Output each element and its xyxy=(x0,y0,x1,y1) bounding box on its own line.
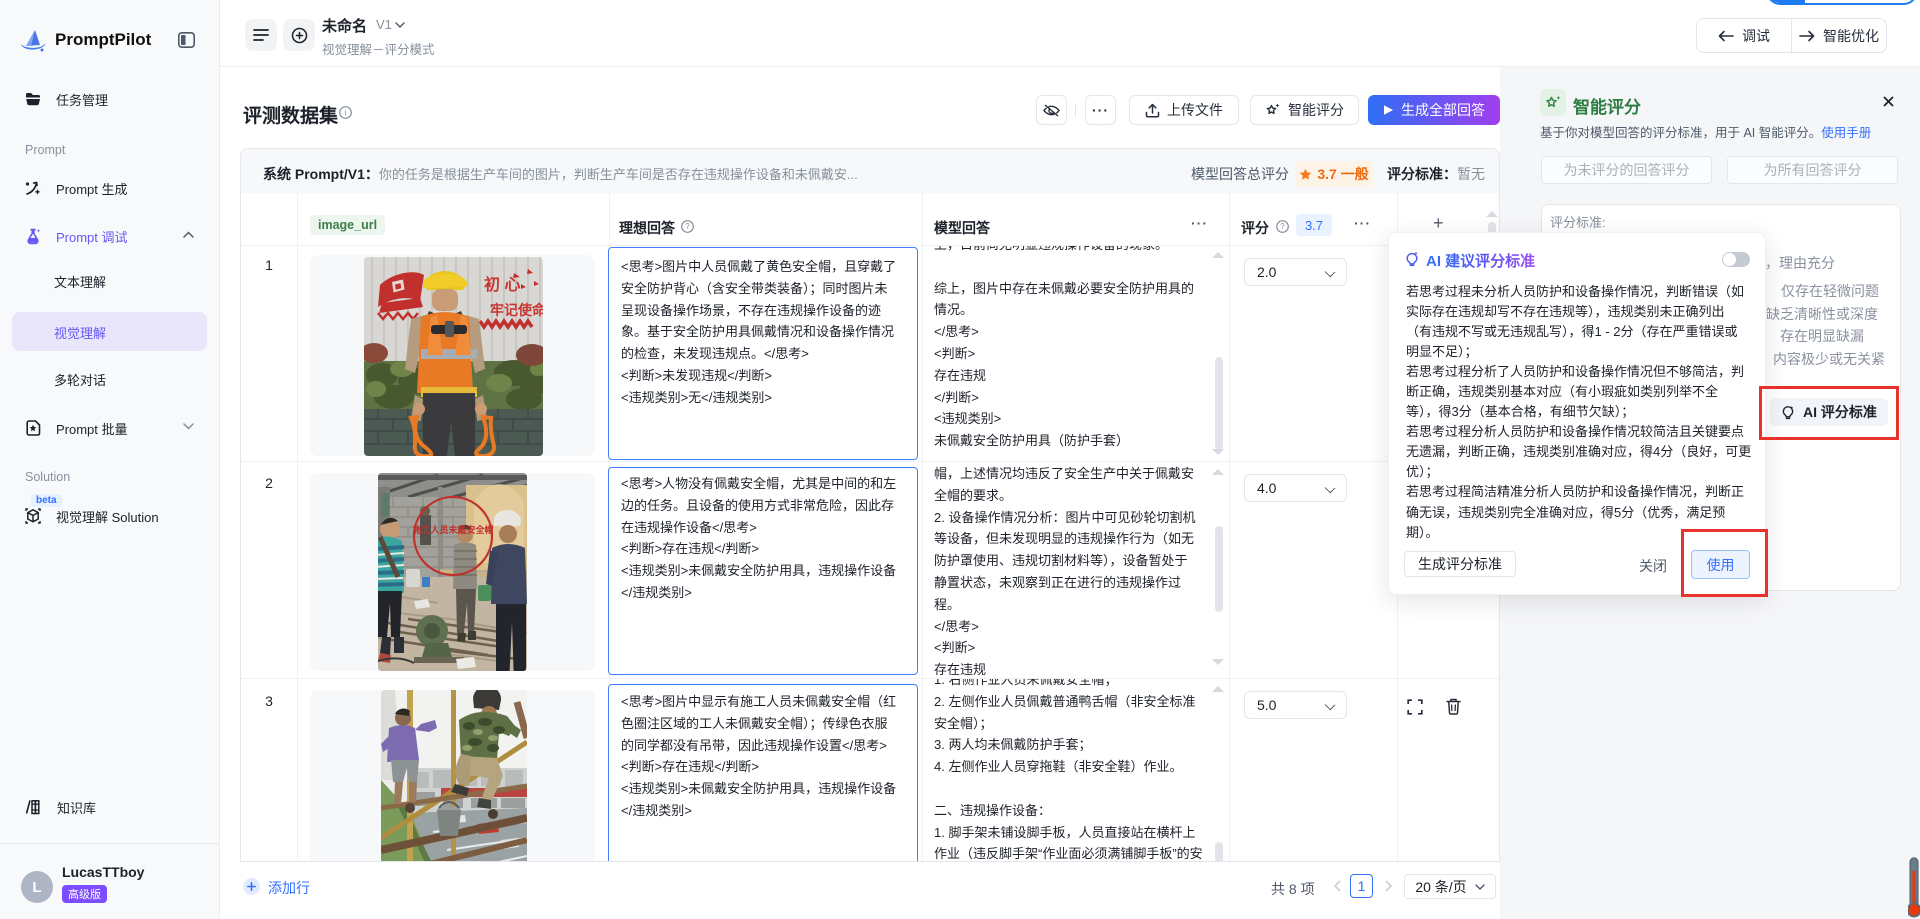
svg-text:i: i xyxy=(345,107,347,117)
svg-text:?: ? xyxy=(685,222,690,231)
svg-text:施工人员未戴安全帽: 施工人员未戴安全帽 xyxy=(412,524,493,535)
svg-text:初 心: 初 心 xyxy=(484,275,520,294)
svg-text:?: ? xyxy=(1280,222,1285,231)
svg-text:牢记使命: 牢记使命 xyxy=(490,302,543,318)
